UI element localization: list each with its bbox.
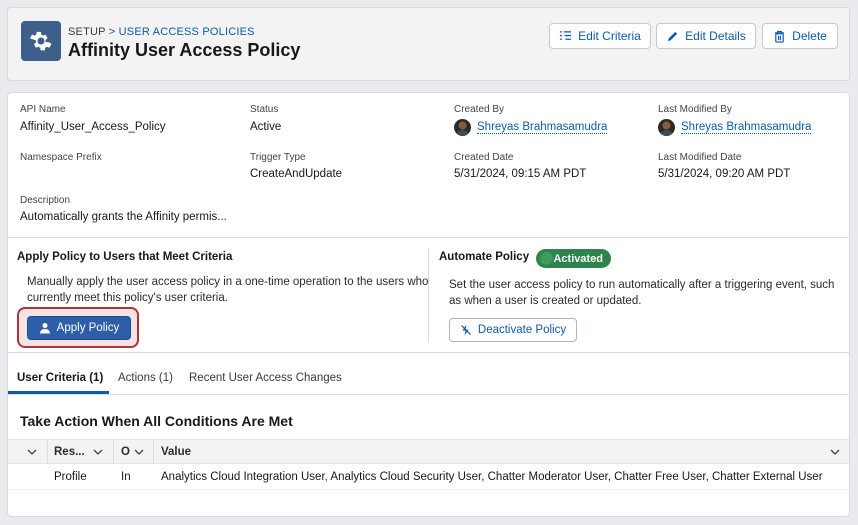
chevron-down-icon[interactable] [26, 446, 38, 458]
chevron-down-icon[interactable] [92, 446, 104, 458]
last-modified-by-label: Last Modified By [658, 104, 732, 115]
created-date-label: Created Date [454, 152, 514, 163]
column-divider [113, 440, 114, 464]
filter-list-icon [560, 30, 572, 40]
last-modified-date-value: 5/31/2024, 09:20 AM PDT [658, 168, 791, 180]
breadcrumb-root: SETUP [68, 26, 106, 38]
apply-policy-description-line1: Manually apply the user access policy in… [27, 276, 429, 288]
automate-policy-description-line1: Set the user access policy to run automa… [449, 279, 835, 291]
status-value: Active [250, 121, 282, 133]
api-name-label: API Name [20, 104, 66, 115]
deactivate-policy-button[interactable]: Deactivate Policy [449, 318, 577, 342]
criteria-table-title: Take Action When All Conditions Are Met [20, 413, 293, 429]
activated-toggle[interactable]: Activated [536, 249, 611, 268]
trigger-type-label: Trigger Type [250, 152, 306, 163]
tab-actions[interactable]: Actions (1) [118, 372, 173, 384]
gear-icon [21, 21, 61, 61]
apply-policy-description: Manually apply the user access policy in… [27, 274, 428, 306]
row-value-cell: Analytics Cloud Integration User, Analyt… [161, 471, 823, 483]
page-header: SETUP > USER ACCESS POLICIES Affinity Us… [7, 7, 850, 81]
column-header-operator[interactable]: O [121, 446, 130, 458]
tab-user-criteria[interactable]: User Criteria (1) [17, 372, 103, 384]
chevron-down-icon[interactable] [133, 446, 145, 458]
apply-policy-button[interactable]: Apply Policy [27, 316, 131, 340]
row-operator-cell: In [121, 471, 131, 483]
trigger-type-value: CreateAndUpdate [250, 168, 343, 180]
apply-policy-title: Apply Policy to Users that Meet Criteria [17, 251, 233, 263]
details-panel: API Name Affinity_User_Access_Policy Sta… [7, 92, 850, 237]
description-label: Description [20, 195, 71, 206]
avatar [454, 119, 471, 136]
description-value: Automatically grants the Affinity permis… [20, 211, 227, 223]
last-modified-by-name: Shreyas Brahmasamudra [681, 121, 812, 134]
last-modified-date-label: Last Modified Date [658, 152, 742, 163]
breadcrumb: SETUP > USER ACCESS POLICIES [68, 26, 255, 38]
avatar [658, 119, 675, 136]
lightning-off-icon [460, 324, 471, 336]
chevron-down-icon[interactable] [829, 446, 841, 458]
activated-label: Activated [553, 252, 603, 265]
criteria-table-header: Res... O Value [8, 439, 849, 464]
created-by-name: Shreyas Brahmasamudra [477, 121, 608, 134]
page-title: Affinity User Access Policy [68, 40, 301, 60]
row-resource-cell: Profile [54, 471, 87, 483]
table-row-divider [8, 489, 849, 490]
apply-policy-description-line2: currently meet this policy's user criter… [27, 292, 228, 304]
delete-label: Delete [792, 29, 827, 43]
policy-actions-panel: Apply Policy to Users that Meet Criteria… [7, 237, 850, 353]
edit-criteria-label: Edit Criteria [578, 29, 641, 43]
section-divider [428, 248, 429, 342]
column-header-resource[interactable]: Res... [54, 446, 85, 458]
created-date-value: 5/31/2024, 09:15 AM PDT [454, 168, 587, 180]
status-label: Status [250, 104, 279, 115]
edit-criteria-button[interactable]: Edit Criteria [549, 23, 651, 49]
edit-details-button[interactable]: Edit Details [656, 23, 756, 49]
trash-icon [775, 30, 785, 43]
last-modified-by-user-link[interactable]: Shreyas Brahmasamudra [658, 119, 812, 136]
edit-details-label: Edit Details [685, 29, 746, 43]
user-icon [39, 323, 50, 334]
breadcrumb-separator: > [108, 26, 116, 38]
automate-policy-description-line2: as when a user is created or updated. [449, 295, 642, 307]
breadcrumb-user-access-policies-link[interactable]: USER ACCESS POLICIES [119, 26, 255, 38]
tabs-divider [8, 394, 849, 395]
related-tabs-panel: User Criteria (1) Actions (1) Recent Use… [7, 353, 850, 517]
automate-policy-title: Automate Policy [439, 251, 530, 263]
apply-policy-label: Apply Policy [56, 322, 120, 334]
created-by-label: Created By [454, 104, 505, 115]
column-header-value[interactable]: Value [161, 446, 191, 458]
column-divider [47, 440, 48, 464]
column-divider [153, 440, 154, 464]
automate-policy-description: Set the user access policy to run automa… [449, 277, 834, 309]
api-name-value: Affinity_User_Access_Policy [20, 121, 166, 133]
created-by-user-link[interactable]: Shreyas Brahmasamudra [454, 119, 608, 136]
tab-recent-user-access-changes[interactable]: Recent User Access Changes [189, 372, 342, 384]
pencil-icon [667, 31, 678, 41]
deactivate-policy-label: Deactivate Policy [477, 324, 567, 336]
delete-button[interactable]: Delete [762, 23, 838, 49]
namespace-prefix-label: Namespace Prefix [20, 152, 102, 163]
